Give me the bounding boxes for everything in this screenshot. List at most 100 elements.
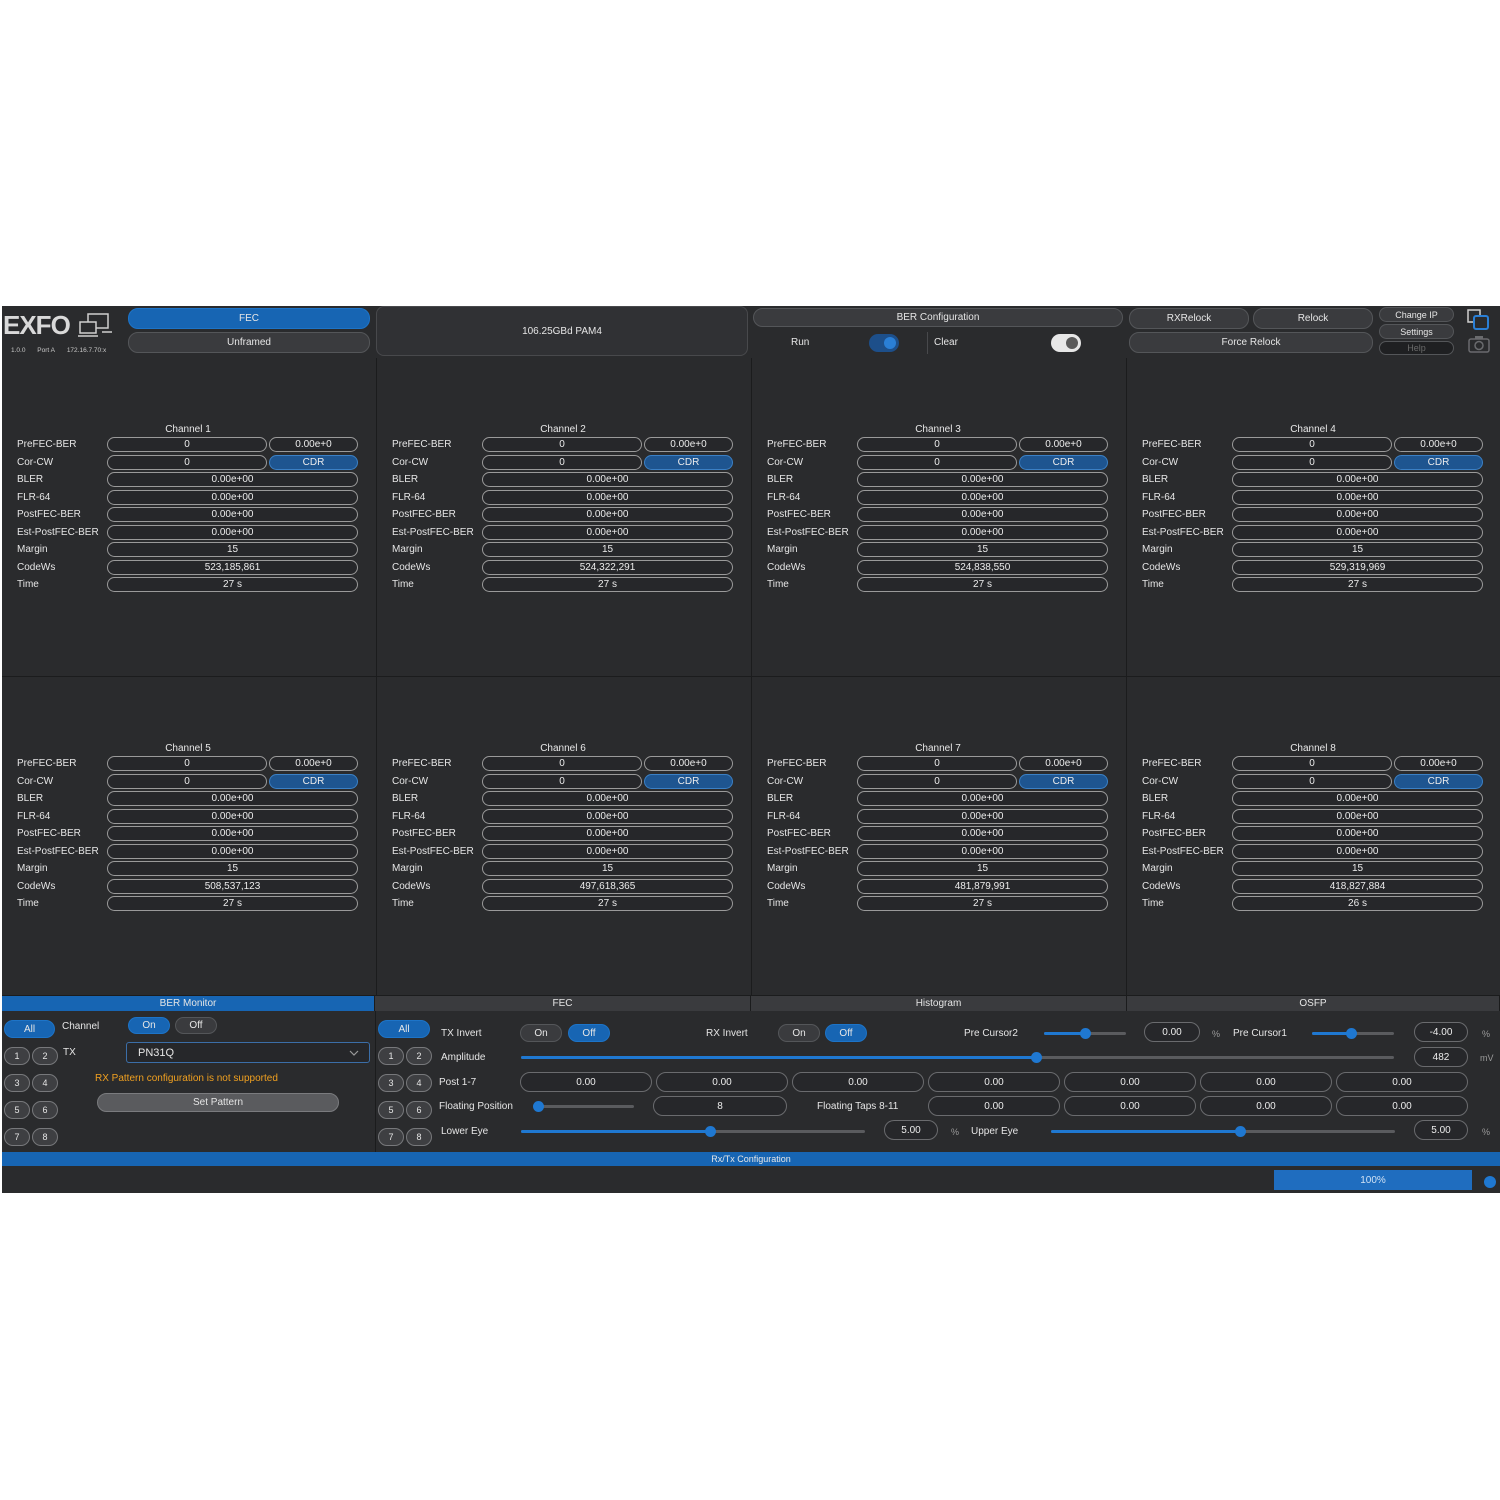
channel-number-button[interactable]: 4 — [32, 1074, 58, 1092]
cdr-button[interactable]: CDR — [644, 773, 733, 789]
post-tap-field[interactable]: 0.00 — [1200, 1072, 1332, 1092]
fec-all-button[interactable]: All — [378, 1020, 430, 1038]
channel-number-button[interactable]: 6 — [406, 1101, 432, 1119]
run-toggle[interactable] — [869, 334, 899, 352]
change-ip-button[interactable]: Change IP — [1379, 307, 1454, 322]
cdr-button[interactable]: CDR — [269, 773, 358, 789]
cdr-button[interactable]: CDR — [1394, 454, 1483, 470]
row-label: FLR-64 — [17, 491, 51, 503]
corcw-value: 0 — [857, 454, 1017, 470]
channel-off-button[interactable]: Off — [175, 1017, 217, 1034]
channel-number-button[interactable]: 5 — [4, 1101, 30, 1119]
bler-value: 0.00e+00 — [482, 472, 733, 487]
cdr-button[interactable]: CDR — [1019, 773, 1108, 789]
cdr-button[interactable]: CDR — [269, 454, 358, 470]
channel-number-button[interactable]: 1 — [4, 1047, 30, 1065]
post-tap-field[interactable]: 0.00 — [928, 1072, 1060, 1092]
channel-number-button[interactable]: 2 — [32, 1047, 58, 1065]
channel-number-button[interactable]: 1 — [378, 1047, 404, 1065]
postfec-value: 0.00e+00 — [482, 826, 733, 841]
tab-histogram[interactable]: Histogram — [751, 996, 1127, 1011]
clear-toggle[interactable] — [1051, 334, 1081, 352]
channel-row-prefec: PreFEC-BER 0 0.00e+0 — [752, 756, 1127, 773]
codews-value: 523,185,861 — [107, 559, 358, 575]
floating-tap-field[interactable]: 0.00 — [1336, 1096, 1468, 1116]
force-relock-button[interactable]: Force Relock — [1129, 332, 1373, 353]
cdr-button[interactable]: CDR — [1394, 773, 1483, 789]
framing-button[interactable]: Unframed — [128, 332, 370, 353]
tx-label: TX — [63, 1047, 76, 1058]
channel-title: Channel 2 — [540, 424, 586, 435]
prefec-ber-value: 0.00e+0 — [1019, 437, 1108, 452]
cdr-button[interactable]: CDR — [644, 454, 733, 470]
channel-number-button[interactable]: 7 — [4, 1128, 30, 1146]
row-label: PreFEC-BER — [392, 439, 452, 450]
settings-button[interactable]: Settings — [1379, 324, 1454, 339]
set-pattern-button[interactable]: Set Pattern — [97, 1093, 339, 1112]
post-tap-field[interactable]: 0.00 — [792, 1072, 924, 1092]
fec-button[interactable]: FEC — [128, 308, 370, 329]
tx-invert-on-button[interactable]: On — [520, 1024, 562, 1042]
channel-on-button[interactable]: On — [128, 1017, 170, 1034]
prefec-count-value: 0 — [857, 437, 1017, 452]
help-button[interactable]: Help — [1379, 341, 1454, 355]
rx-invert-on-button[interactable]: On — [778, 1024, 820, 1042]
post-tap-field[interactable]: 0.00 — [1064, 1072, 1196, 1092]
window-copy-icon[interactable] — [1466, 308, 1492, 332]
row-label: PostFEC-BER — [17, 828, 81, 839]
flr64-value: 0.00e+00 — [1232, 808, 1483, 824]
post-tap-field[interactable]: 0.00 — [520, 1072, 652, 1092]
channel-number-button[interactable]: 5 — [378, 1101, 404, 1119]
channel-number-button[interactable]: 4 — [406, 1074, 432, 1092]
channel-number-button[interactable]: 7 — [378, 1128, 404, 1146]
relock-button[interactable]: Relock — [1253, 308, 1373, 329]
channel-row-margin: Margin 15 — [1127, 861, 1500, 878]
tab-osfp[interactable]: OSFP — [1127, 996, 1500, 1011]
amplitude-field[interactable]: 482 — [1414, 1047, 1468, 1067]
channel-row-bler: BLER 0.00e+00 — [2, 472, 377, 489]
pre-cursor1-slider[interactable] — [1312, 1028, 1394, 1039]
channel-number-button[interactable]: 3 — [4, 1074, 30, 1092]
row-label: Est-PostFEC-BER — [767, 526, 849, 538]
channel-number-button[interactable]: 8 — [32, 1128, 58, 1146]
tab-ber-monitor[interactable]: BER Monitor — [2, 996, 375, 1011]
floating-tap-field[interactable]: 0.00 — [928, 1096, 1060, 1116]
floating-position-field[interactable]: 8 — [653, 1096, 787, 1116]
prefec-count-value: 0 — [107, 437, 267, 452]
pre-cursor2-slider[interactable] — [1044, 1028, 1126, 1039]
camera-icon[interactable] — [1468, 335, 1490, 353]
pre-cursor1-field[interactable]: -4.00 — [1414, 1022, 1468, 1042]
cdr-button[interactable]: CDR — [1019, 454, 1108, 470]
channel-number-button[interactable]: 8 — [406, 1128, 432, 1146]
channel-row-time: Time 27 s — [2, 577, 377, 594]
post-tap-field[interactable]: 0.00 — [656, 1072, 788, 1092]
lower-eye-slider[interactable] — [521, 1126, 865, 1137]
rx-invert-off-button[interactable]: Off — [825, 1024, 867, 1042]
post-tap-field[interactable]: 0.00 — [1336, 1072, 1468, 1092]
amplitude-slider[interactable] — [521, 1052, 1394, 1063]
tab-fec[interactable]: FEC — [375, 996, 751, 1011]
tx-invert-off-button[interactable]: Off — [568, 1024, 610, 1042]
floating-position-slider[interactable] — [533, 1101, 634, 1112]
row-label: Margin — [767, 863, 798, 874]
floating-tap-field[interactable]: 0.00 — [1200, 1096, 1332, 1116]
lower-eye-field[interactable]: 5.00 — [884, 1120, 938, 1140]
rate-panel[interactable]: 106.25GBd PAM4 — [376, 306, 748, 356]
rxrelock-button[interactable]: RXRelock — [1129, 308, 1249, 329]
codews-value: 529,319,969 — [1232, 559, 1483, 575]
rx-tx-configuration-bar[interactable]: Rx/Tx Configuration — [2, 1152, 1500, 1166]
prefec-ber-value: 0.00e+0 — [644, 756, 733, 771]
pre-cursor2-field[interactable]: 0.00 — [1144, 1022, 1200, 1042]
channel-number-button[interactable]: 2 — [406, 1047, 432, 1065]
upper-eye-field[interactable]: 5.00 — [1414, 1120, 1468, 1140]
floating-tap-field[interactable]: 0.00 — [1064, 1096, 1196, 1116]
ber-all-button[interactable]: All — [4, 1020, 55, 1038]
channel-number-button[interactable]: 6 — [32, 1101, 58, 1119]
ber-configuration-button[interactable]: BER Configuration — [753, 308, 1123, 327]
tx-pattern-select[interactable]: PN31Q — [126, 1042, 370, 1063]
channel-row-time: Time 27 s — [752, 577, 1127, 594]
flr64-value: 0.00e+00 — [482, 808, 733, 824]
upper-eye-slider[interactable] — [1051, 1126, 1395, 1137]
channel-number-button[interactable]: 3 — [378, 1074, 404, 1092]
bler-value: 0.00e+00 — [857, 791, 1108, 806]
